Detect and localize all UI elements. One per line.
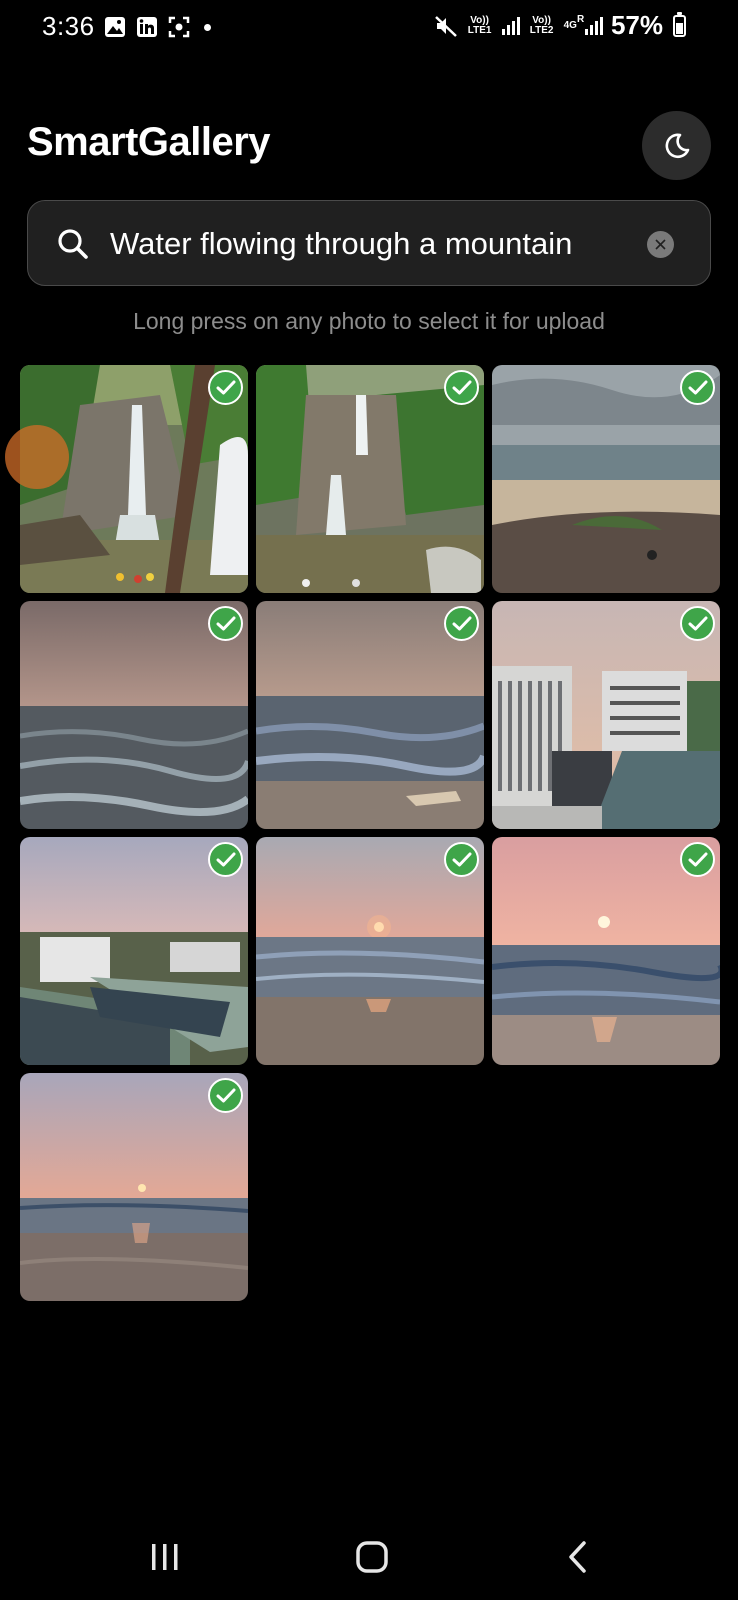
linkedin-icon: [137, 17, 157, 37]
search-bar: [27, 200, 711, 286]
theme-toggle-button[interactable]: [642, 111, 711, 180]
check-icon: [216, 1088, 235, 1102]
search-input[interactable]: [108, 219, 652, 269]
photo-tile[interactable]: [256, 365, 484, 593]
notification-dot: [204, 23, 211, 31]
check-icon: [452, 852, 471, 866]
photo-grid: [20, 365, 720, 1301]
signal-icon: [501, 16, 520, 35]
selected-check: [444, 606, 479, 641]
check-icon: [688, 616, 707, 630]
mute-icon: [434, 15, 457, 37]
search-icon: [58, 229, 88, 259]
check-icon: [688, 380, 707, 394]
touch-indicator: [5, 425, 69, 489]
sim1-label: Vo)) LTE1: [467, 14, 492, 36]
check-icon: [216, 380, 235, 394]
selected-check: [208, 606, 243, 641]
selected-check: [208, 1078, 243, 1113]
sim2-label: Vo)) LTE2: [529, 14, 554, 36]
selected-check: [680, 606, 715, 641]
moon-icon: [665, 133, 689, 158]
selected-check: [444, 370, 479, 405]
battery-icon: [673, 11, 686, 37]
signal-icon: [584, 16, 603, 35]
selected-check: [444, 842, 479, 877]
selected-check: [680, 370, 715, 405]
photo-tile[interactable]: [492, 837, 720, 1065]
battery-percent: 57%: [610, 10, 663, 40]
status-right-icons: Vo)) LTE1 Vo)) LTE2 4G R 57%: [434, 10, 686, 41]
roaming-label: R: [576, 13, 585, 25]
home-button[interactable]: [342, 1532, 402, 1582]
selected-check: [208, 842, 243, 877]
gallery-icon: [105, 17, 125, 37]
check-icon: [216, 852, 235, 866]
back-button[interactable]: [548, 1532, 608, 1582]
navigation-bar: [0, 1520, 738, 1600]
recents-button[interactable]: [135, 1532, 195, 1582]
photo-tile[interactable]: [20, 837, 248, 1065]
clear-search-button[interactable]: [647, 231, 674, 258]
photo-tile[interactable]: [256, 601, 484, 829]
recents-icon: [152, 1544, 178, 1570]
photo-tile[interactable]: [492, 365, 720, 593]
photo-tile[interactable]: [256, 837, 484, 1065]
network-4g-label: 4G: [563, 19, 577, 31]
check-icon: [452, 616, 471, 630]
back-icon: [569, 1541, 586, 1573]
status-time: 3:36: [42, 11, 95, 41]
status-bar: 3:36 Vo)) LTE1 Vo)) LTE2 4G R 57%: [0, 0, 738, 56]
app-title: SmartGallery: [27, 120, 271, 164]
check-icon: [452, 380, 471, 394]
upload-hint: Long press on any photo to select it for…: [133, 308, 605, 334]
photo-tile[interactable]: [492, 601, 720, 829]
selected-check: [208, 370, 243, 405]
check-icon: [688, 852, 707, 866]
screenshot-icon: [168, 16, 190, 38]
photo-tile[interactable]: [20, 1073, 248, 1301]
clear-icon: [655, 239, 666, 250]
check-icon: [216, 616, 235, 630]
selected-check: [680, 842, 715, 877]
home-icon: [356, 1541, 388, 1573]
status-left-icons: [104, 16, 211, 38]
photo-tile[interactable]: [20, 601, 248, 829]
roaming-signal: R: [577, 14, 603, 35]
